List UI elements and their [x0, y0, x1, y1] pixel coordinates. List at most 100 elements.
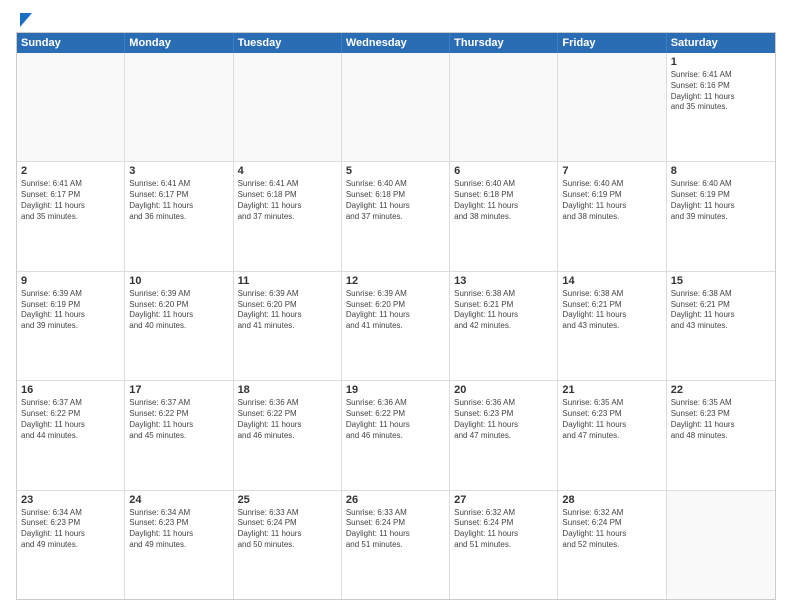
day-info: Sunrise: 6:36 AM Sunset: 6:22 PM Dayligh…: [346, 398, 445, 441]
calendar-cell: 4 Sunrise: 6:41 AM Sunset: 6:18 PM Daylig…: [234, 162, 342, 270]
day-info: Sunrise: 6:35 AM Sunset: 6:23 PM Dayligh…: [562, 398, 661, 441]
day-info: Sunrise: 6:32 AM Sunset: 6:24 PM Dayligh…: [454, 508, 553, 551]
day-number: 28: [562, 494, 661, 506]
day-info: Sunrise: 6:41 AM Sunset: 6:18 PM Dayligh…: [238, 179, 337, 222]
day-of-week-friday: Friday: [558, 33, 666, 53]
day-info: Sunrise: 6:41 AM Sunset: 6:17 PM Dayligh…: [21, 179, 120, 222]
calendar-cell: 25 Sunrise: 6:33 AM Sunset: 6:24 PM Dayli…: [234, 491, 342, 599]
logo-flag-icon: [18, 12, 34, 28]
calendar-cell: 9 Sunrise: 6:39 AM Sunset: 6:19 PM Daylig…: [17, 272, 125, 380]
calendar-cell: [17, 53, 125, 161]
week-row-1: 1 Sunrise: 6:41 AM Sunset: 6:16 PM Daylig…: [17, 53, 775, 162]
day-number: 4: [238, 165, 337, 177]
day-number: 2: [21, 165, 120, 177]
calendar-cell: 1 Sunrise: 6:41 AM Sunset: 6:16 PM Daylig…: [667, 53, 775, 161]
day-number: 23: [21, 494, 120, 506]
calendar-cell: 13 Sunrise: 6:38 AM Sunset: 6:21 PM Dayli…: [450, 272, 558, 380]
day-info: Sunrise: 6:34 AM Sunset: 6:23 PM Dayligh…: [129, 508, 228, 551]
calendar-cell: 24 Sunrise: 6:34 AM Sunset: 6:23 PM Dayli…: [125, 491, 233, 599]
day-info: Sunrise: 6:41 AM Sunset: 6:16 PM Dayligh…: [671, 70, 771, 113]
week-row-2: 2 Sunrise: 6:41 AM Sunset: 6:17 PM Daylig…: [17, 162, 775, 271]
day-info: Sunrise: 6:40 AM Sunset: 6:18 PM Dayligh…: [346, 179, 445, 222]
day-number: 15: [671, 275, 771, 287]
calendar-cell: 16Sunrise: 6:37 AM Sunset: 6:22 PM Dayli…: [17, 381, 125, 489]
calendar-cell: 11Sunrise: 6:39 AM Sunset: 6:20 PM Dayli…: [234, 272, 342, 380]
day-number: 18: [238, 384, 337, 396]
calendar-cell: 28 Sunrise: 6:32 AM Sunset: 6:24 PM Dayli…: [558, 491, 666, 599]
day-info: Sunrise: 6:32 AM Sunset: 6:24 PM Dayligh…: [562, 508, 661, 551]
calendar-cell: 26 Sunrise: 6:33 AM Sunset: 6:24 PM Dayli…: [342, 491, 450, 599]
day-number: 22: [671, 384, 771, 396]
calendar-cell: 14 Sunrise: 6:38 AM Sunset: 6:21 PM Dayli…: [558, 272, 666, 380]
calendar-cell: 17 Sunrise: 6:37 AM Sunset: 6:22 PM Dayli…: [125, 381, 233, 489]
day-of-week-sunday: Sunday: [17, 33, 125, 53]
day-number: 3: [129, 165, 228, 177]
day-number: 8: [671, 165, 771, 177]
day-number: 21: [562, 384, 661, 396]
calendar-cell: 27 Sunrise: 6:32 AM Sunset: 6:24 PM Dayli…: [450, 491, 558, 599]
page: SundayMondayTuesdayWednesdayThursdayFrid…: [0, 0, 792, 612]
day-number: 12: [346, 275, 445, 287]
day-number: 17: [129, 384, 228, 396]
day-of-week-saturday: Saturday: [667, 33, 775, 53]
day-info: Sunrise: 6:33 AM Sunset: 6:24 PM Dayligh…: [238, 508, 337, 551]
calendar-cell: 6Sunrise: 6:40 AM Sunset: 6:18 PM Daylig…: [450, 162, 558, 270]
day-number: 27: [454, 494, 553, 506]
day-number: 10: [129, 275, 228, 287]
calendar-cell: [125, 53, 233, 161]
calendar-cell: [234, 53, 342, 161]
day-info: Sunrise: 6:34 AM Sunset: 6:23 PM Dayligh…: [21, 508, 120, 551]
calendar-cell: 23 Sunrise: 6:34 AM Sunset: 6:23 PM Dayli…: [17, 491, 125, 599]
calendar-body: 1 Sunrise: 6:41 AM Sunset: 6:16 PM Daylig…: [17, 53, 775, 599]
day-number: 24: [129, 494, 228, 506]
day-info: Sunrise: 6:38 AM Sunset: 6:21 PM Dayligh…: [671, 289, 771, 332]
calendar-cell: 21 Sunrise: 6:35 AM Sunset: 6:23 PM Dayli…: [558, 381, 666, 489]
day-of-week-tuesday: Tuesday: [234, 33, 342, 53]
day-info: Sunrise: 6:38 AM Sunset: 6:21 PM Dayligh…: [454, 289, 553, 332]
day-number: 1: [671, 56, 771, 68]
calendar-cell: 5 Sunrise: 6:40 AM Sunset: 6:18 PM Daylig…: [342, 162, 450, 270]
day-number: 13: [454, 275, 553, 287]
calendar-header: SundayMondayTuesdayWednesdayThursdayFrid…: [17, 33, 775, 53]
day-number: 16: [21, 384, 120, 396]
calendar-cell: [667, 491, 775, 599]
week-row-3: 9 Sunrise: 6:39 AM Sunset: 6:19 PM Daylig…: [17, 272, 775, 381]
day-info: Sunrise: 6:35 AM Sunset: 6:23 PM Dayligh…: [671, 398, 771, 441]
calendar-cell: 20 Sunrise: 6:36 AM Sunset: 6:23 PM Dayli…: [450, 381, 558, 489]
day-number: 20: [454, 384, 553, 396]
day-number: 9: [21, 275, 120, 287]
day-info: Sunrise: 6:40 AM Sunset: 6:19 PM Dayligh…: [671, 179, 771, 222]
calendar-cell: 3Sunrise: 6:41 AM Sunset: 6:17 PM Daylig…: [125, 162, 233, 270]
day-number: 25: [238, 494, 337, 506]
day-number: 19: [346, 384, 445, 396]
calendar-cell: 19 Sunrise: 6:36 AM Sunset: 6:22 PM Dayli…: [342, 381, 450, 489]
day-info: Sunrise: 6:36 AM Sunset: 6:23 PM Dayligh…: [454, 398, 553, 441]
day-info: Sunrise: 6:33 AM Sunset: 6:24 PM Dayligh…: [346, 508, 445, 551]
calendar-cell: [450, 53, 558, 161]
week-row-5: 23 Sunrise: 6:34 AM Sunset: 6:23 PM Dayli…: [17, 491, 775, 599]
calendar-cell: 10Sunrise: 6:39 AM Sunset: 6:20 PM Dayli…: [125, 272, 233, 380]
calendar-cell: [558, 53, 666, 161]
day-number: 26: [346, 494, 445, 506]
day-info: Sunrise: 6:40 AM Sunset: 6:18 PM Dayligh…: [454, 179, 553, 222]
day-number: 14: [562, 275, 661, 287]
day-of-week-monday: Monday: [125, 33, 233, 53]
day-number: 11: [238, 275, 337, 287]
calendar-cell: 12 Sunrise: 6:39 AM Sunset: 6:20 PM Dayli…: [342, 272, 450, 380]
day-info: Sunrise: 6:39 AM Sunset: 6:20 PM Dayligh…: [346, 289, 445, 332]
calendar-cell: [342, 53, 450, 161]
day-info: Sunrise: 6:40 AM Sunset: 6:19 PM Dayligh…: [562, 179, 661, 222]
day-info: Sunrise: 6:37 AM Sunset: 6:22 PM Dayligh…: [129, 398, 228, 441]
calendar-cell: 22 Sunrise: 6:35 AM Sunset: 6:23 PM Dayli…: [667, 381, 775, 489]
calendar-cell: 2 Sunrise: 6:41 AM Sunset: 6:17 PM Daylig…: [17, 162, 125, 270]
day-number: 5: [346, 165, 445, 177]
day-info: Sunrise: 6:38 AM Sunset: 6:21 PM Dayligh…: [562, 289, 661, 332]
header: [16, 12, 776, 24]
calendar: SundayMondayTuesdayWednesdayThursdayFrid…: [16, 32, 776, 600]
day-info: Sunrise: 6:39 AM Sunset: 6:19 PM Dayligh…: [21, 289, 120, 332]
logo: [16, 12, 34, 24]
week-row-4: 16 Sunrise: 6:37 AM Sunset: 6:22 PM Dayli…: [17, 381, 775, 490]
calendar-cell: 7Sunrise: 6:40 AM Sunset: 6:19 PM Daylig…: [558, 162, 666, 270]
calendar-cell: 15 Sunrise: 6:38 AM Sunset: 6:21 PM Dayli…: [667, 272, 775, 380]
day-of-week-thursday: Thursday: [450, 33, 558, 53]
